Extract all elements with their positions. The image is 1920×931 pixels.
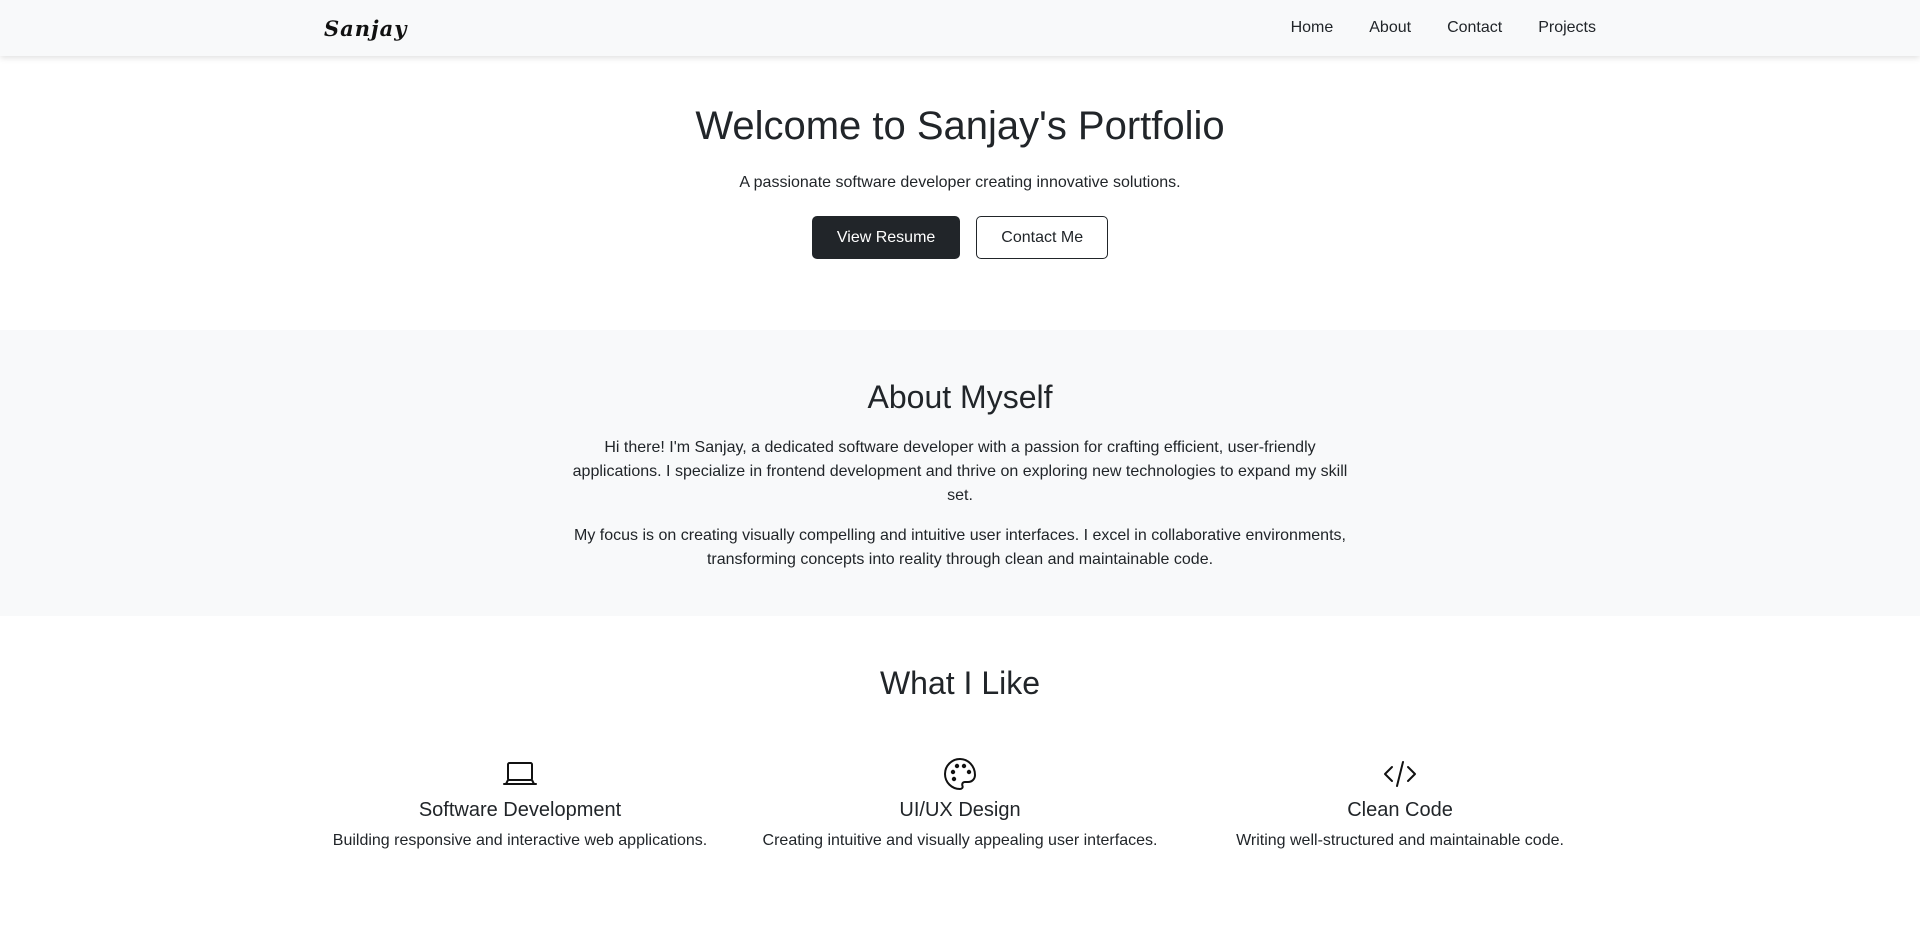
like-card-clean-code: Clean Code Writing well-structured and m… [1180,756,1620,850]
like-card-description: Building responsive and interactive web … [332,832,708,850]
navbar: Sanjay Home About Contact Projects [0,0,1920,56]
navbar-container: Sanjay Home About Contact Projects [312,0,1608,56]
likes-section: What I Like Software Development Buildin… [0,616,1920,850]
hero-subtitle: A passionate software developer creating… [739,174,1181,191]
like-card-software-development: Software Development Building responsive… [300,756,740,850]
like-card-title: Clean Code [1347,799,1453,822]
nav-link-home[interactable]: Home [1273,11,1352,45]
like-card-ui-ux-design: UI/UX Design Creating intuitive and visu… [740,756,1180,850]
like-card-description: Writing well-structured and maintainable… [1236,832,1564,850]
hero-buttons: View Resume Contact Me [0,216,1920,259]
about-paragraph: My focus is on creating visually compell… [574,527,1346,569]
like-card-title: Software Development [418,799,622,822]
about-text: Hi there! I'm Sanjay, a dedicated softwa… [560,436,1360,572]
laptop-icon [300,756,740,792]
nav-links: Home About Contact Projects [1273,11,1596,45]
nav-link-contact[interactable]: Contact [1429,11,1520,45]
code-icon [1180,756,1620,792]
nav-link-about[interactable]: About [1351,11,1429,45]
like-card-description: Creating intuitive and visually appealin… [762,832,1158,850]
contact-me-button[interactable]: Contact Me [976,216,1109,259]
likes-cards: Software Development Building responsive… [300,756,1620,850]
hero-title: Welcome to Sanjay's Portfolio [695,104,1225,148]
about-paragraph: Hi there! I'm Sanjay, a dedicated softwa… [572,439,1348,505]
about-title: About Myself [867,379,1053,415]
view-resume-button[interactable]: View Resume [811,216,961,259]
hero-section: Welcome to Sanjay's Portfolio A passiona… [0,56,1920,330]
brand-logo[interactable]: Sanjay [324,16,407,41]
like-card-title: UI/UX Design [899,799,1021,822]
palette-icon [740,756,1180,792]
likes-title: What I Like [879,665,1041,701]
nav-link-projects[interactable]: Projects [1520,11,1596,45]
about-section: About Myself Hi there! I'm Sanjay, a ded… [0,330,1920,616]
